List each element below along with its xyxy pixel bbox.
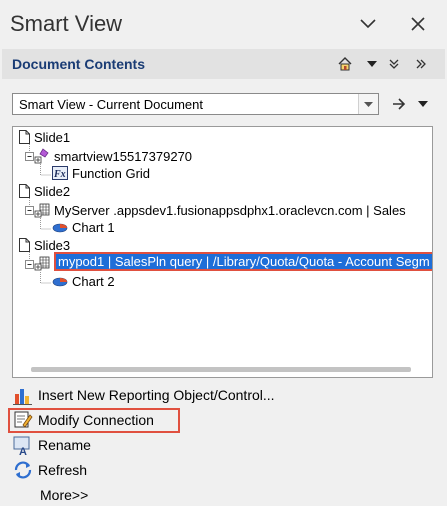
more-actions-link[interactable]: More>>	[36, 484, 88, 506]
caret-down-icon	[367, 61, 377, 67]
function-grid-icon: Fx	[52, 166, 68, 180]
action-label: Insert New Reporting Object/Control...	[38, 387, 275, 403]
tree-item-label: Chart 2	[72, 273, 115, 289]
slide-icon	[19, 238, 30, 252]
double-chevron-down-icon	[389, 59, 399, 69]
tree-item-slide2[interactable]: Slide2	[19, 182, 70, 200]
rename-icon: A	[13, 436, 30, 456]
pane-title: Smart View	[10, 11, 123, 36]
insert-chart-icon	[13, 389, 32, 405]
tree-item-smartview-connection[interactable]: smartview15517379270	[34, 147, 192, 165]
modify-connection-action[interactable]: Modify Connection	[12, 409, 154, 431]
arrow-right-icon	[393, 98, 406, 110]
document-options-button[interactable]	[409, 90, 437, 118]
refresh-icon	[14, 461, 32, 479]
connection-icon	[34, 148, 49, 164]
close-pane-button[interactable]	[404, 10, 432, 38]
more-options-button[interactable]	[412, 55, 430, 73]
document-select[interactable]: Smart View - Current Document	[12, 93, 379, 115]
pie-chart-icon	[52, 277, 68, 287]
chevron-down-icon	[360, 19, 376, 29]
connection-grid-icon	[34, 256, 50, 271]
caret-down-icon	[364, 101, 373, 107]
slide-icon	[19, 130, 30, 144]
tree-item-function-grid[interactable]: Fx Function Grid	[52, 164, 150, 182]
tree-item-mypod-connection[interactable]: mypod1 | SalesPln query | /Library/Quota…	[54, 252, 432, 271]
slide-icon	[19, 184, 30, 198]
home-icon	[338, 57, 352, 71]
modify-connection-icon	[14, 411, 33, 428]
tree-item-label: smartview15517379270	[54, 148, 193, 164]
action-label: Rename	[38, 437, 91, 453]
connection-grid-icon-wrap	[34, 254, 50, 272]
tree-item-label: Slide2	[34, 183, 71, 199]
refresh-action[interactable]: Refresh	[12, 459, 87, 481]
tree-item-slide1[interactable]: Slide1	[19, 128, 70, 146]
tree-item-label: mypod1 | SalesPln query | /Library/Quota…	[56, 254, 432, 269]
tree-item-label: Chart 1	[72, 219, 115, 235]
section-title: Document Contents	[12, 56, 145, 72]
document-contents-header: Document Contents	[2, 49, 445, 79]
home-button[interactable]	[336, 55, 354, 73]
tree-item-label: MyServer .appsdev1.fusionappsdphx1.oracl…	[54, 202, 406, 218]
tree-item-label: Slide3	[34, 237, 71, 253]
pie-chart-icon	[52, 223, 68, 233]
horizontal-scrollbar[interactable]	[31, 367, 411, 372]
action-label: Modify Connection	[38, 412, 154, 428]
tree-item-myserver-connection[interactable]: MyServer .appsdev1.fusionappsdphx1.oracl…	[34, 201, 406, 219]
tree-item-chart1[interactable]: Chart 1	[52, 218, 115, 236]
home-dropdown-button[interactable]	[363, 55, 381, 73]
double-chevron-right-icon	[416, 59, 426, 69]
insert-reporting-object-action[interactable]: Insert New Reporting Object/Control...	[12, 384, 275, 406]
svg-text:Fx: Fx	[53, 169, 66, 180]
document-select-value: Smart View - Current Document	[19, 97, 203, 112]
svg-text:A: A	[19, 446, 27, 456]
close-icon	[411, 17, 425, 31]
caret-down-icon	[418, 101, 428, 107]
expand-all-button[interactable]	[385, 55, 403, 73]
rename-action[interactable]: A Rename	[12, 434, 91, 456]
tree-item-chart2[interactable]: Chart 2	[52, 272, 115, 290]
tree-item-label: Slide1	[34, 129, 71, 145]
document-select-dropdown-button[interactable]	[358, 94, 378, 114]
document-contents-tree[interactable]: Slide1 smartview15517379270 Fx Function …	[12, 126, 433, 378]
tree-item-label: Function Grid	[72, 165, 151, 181]
connection-grid-icon	[34, 203, 50, 218]
action-label: Refresh	[38, 462, 88, 478]
pane-options-button[interactable]	[354, 10, 382, 38]
action-label: More>>	[40, 487, 89, 503]
